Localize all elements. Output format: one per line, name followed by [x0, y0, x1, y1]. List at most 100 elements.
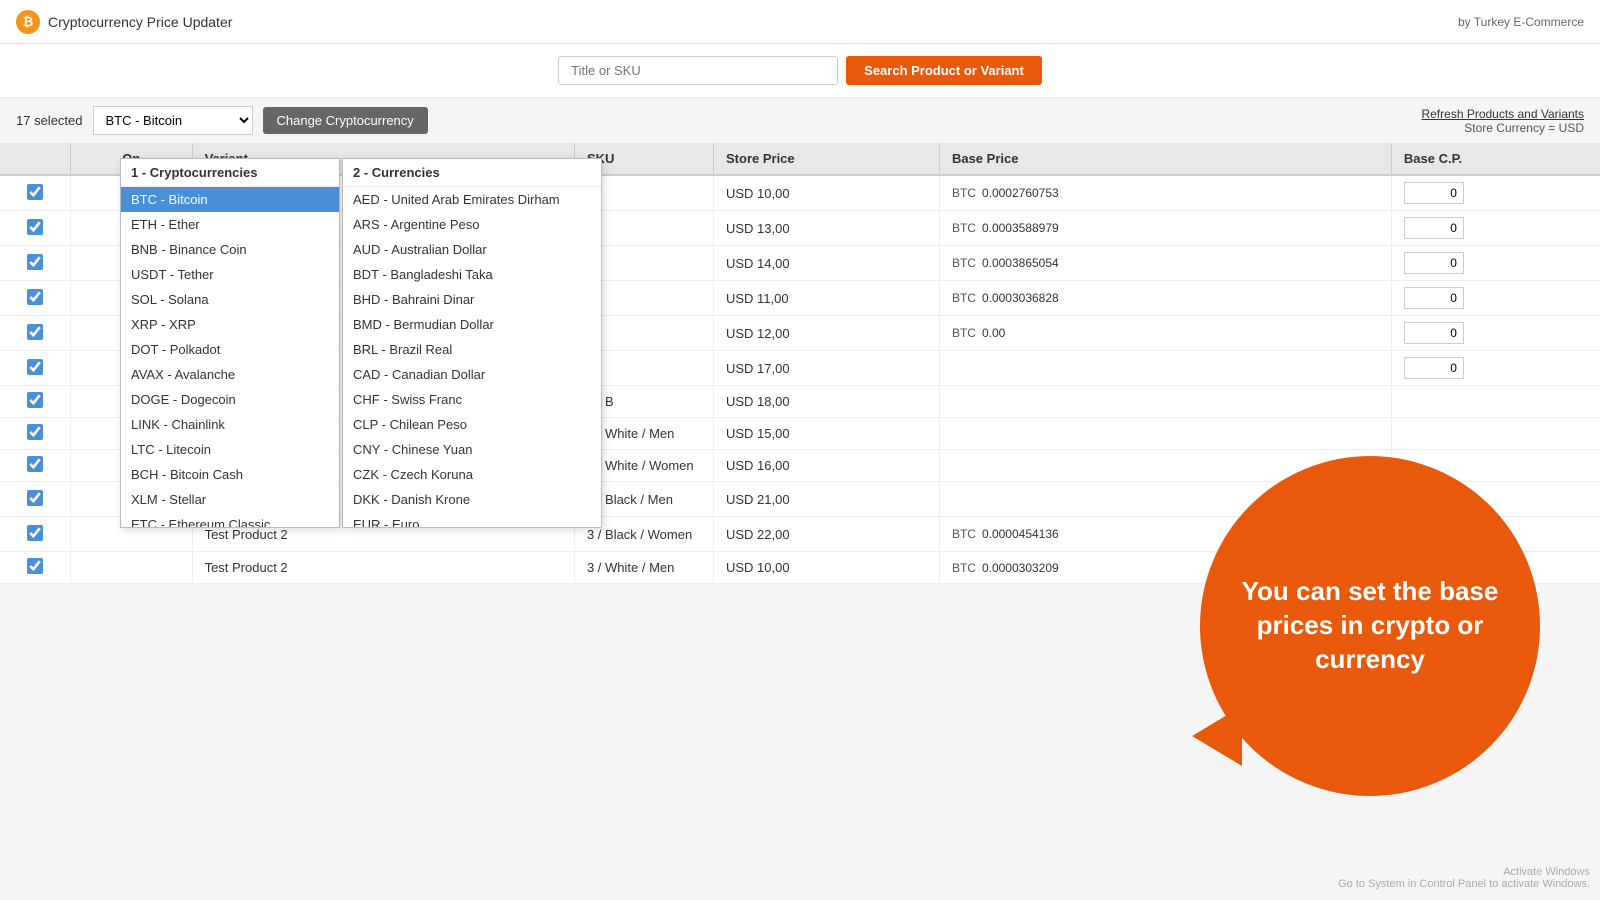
- row-base-cp[interactable]: [1391, 246, 1600, 281]
- base-currency-label: BTC: [952, 221, 976, 235]
- currency-item[interactable]: CNY - Chinese Yuan: [343, 437, 601, 462]
- row-checkbox[interactable]: [27, 359, 43, 375]
- row-base-price: BTC0.0003588979: [939, 211, 1391, 246]
- row-checkbox[interactable]: [27, 254, 43, 270]
- crypto-item-link[interactable]: LINK - Chainlink: [121, 412, 339, 437]
- search-button[interactable]: Search Product or Variant: [846, 56, 1042, 85]
- row-store-price: USD 12,00: [714, 316, 940, 351]
- change-cryptocurrency-button[interactable]: Change Cryptocurrency: [263, 107, 428, 134]
- currency-item[interactable]: CLP - Chilean Peso: [343, 412, 601, 437]
- crypto-item-ltc[interactable]: LTC - Litecoin: [121, 437, 339, 462]
- crypto-item-dot[interactable]: DOT - Polkadot: [121, 337, 339, 362]
- currency-item[interactable]: BDT - Bangladeshi Taka: [343, 262, 601, 287]
- row-checkbox[interactable]: [27, 525, 43, 541]
- row-base-cp[interactable]: [1391, 351, 1600, 386]
- base-cp-input[interactable]: [1404, 217, 1464, 239]
- windows-line2: Go to System in Control Panel to activat…: [1338, 878, 1590, 890]
- crypto-item-doge[interactable]: DOGE - Dogecoin: [121, 387, 339, 412]
- row-checkbox[interactable]: [27, 424, 43, 440]
- crypto-item-sol[interactable]: SOL - Solana: [121, 287, 339, 312]
- row-base-cp[interactable]: [1391, 386, 1600, 418]
- row-store-price: USD 13,00: [714, 211, 940, 246]
- row-base-cp[interactable]: [1391, 418, 1600, 450]
- row-store-price: USD 11,00: [714, 281, 940, 316]
- currency-item[interactable]: ARS - Argentine Peso: [343, 212, 601, 237]
- row-base-cp[interactable]: [1391, 281, 1600, 316]
- base-currency-label: BTC: [952, 527, 976, 541]
- row-store-price: USD 10,00: [714, 175, 940, 211]
- base-price-value: 0.0000303209: [982, 561, 1059, 575]
- base-currency-label: BTC: [952, 186, 976, 200]
- col-header-check: [0, 143, 70, 175]
- base-currency-label: BTC: [952, 256, 976, 270]
- crypto-item-xlm[interactable]: XLM - Stellar: [121, 487, 339, 512]
- row-checkbox[interactable]: [27, 490, 43, 506]
- callout-circle: You can set the base prices in crypto or…: [1200, 456, 1540, 796]
- header-left: ₿ Cryptocurrency Price Updater: [16, 10, 232, 34]
- base-price-value: 0.0000454136: [982, 527, 1059, 541]
- row-sku: 3 / White / Men: [574, 552, 713, 584]
- currency-item[interactable]: EUR - Euro: [343, 512, 601, 527]
- currency-item[interactable]: DKK - Danish Krone: [343, 487, 601, 512]
- app-logo-icon: ₿: [16, 10, 40, 34]
- crypto-dropdown[interactable]: 1 - Cryptocurrencies BTC - BitcoinETH - …: [120, 158, 340, 528]
- row-checkbox[interactable]: [27, 289, 43, 305]
- base-cp-input[interactable]: [1404, 357, 1464, 379]
- base-cp-input[interactable]: [1404, 287, 1464, 309]
- currency-item[interactable]: CAD - Canadian Dollar: [343, 362, 601, 387]
- currency-item[interactable]: CHF - Swiss Franc: [343, 387, 601, 412]
- page-wrapper: ₿ Cryptocurrency Price Updater by Turkey…: [0, 0, 1600, 856]
- currency-dropdown[interactable]: 2 - Currencies AED - United Arab Emirate…: [342, 158, 602, 528]
- currency-item[interactable]: BHD - Bahraini Dinar: [343, 287, 601, 312]
- crypto-item-xrp[interactable]: XRP - XRP: [121, 312, 339, 337]
- row-base-price: BTC0.0002760753: [939, 175, 1391, 211]
- dropdown-container: 1 - Cryptocurrencies BTC - BitcoinETH - …: [120, 158, 602, 528]
- currency-item[interactable]: BRL - Brazil Real: [343, 337, 601, 362]
- crypto-item-usdt[interactable]: USDT - Tether: [121, 262, 339, 287]
- crypto-item-avax[interactable]: AVAX - Avalanche: [121, 362, 339, 387]
- refresh-link[interactable]: Refresh Products and Variants: [1421, 107, 1584, 121]
- currency-dropdown-scroll[interactable]: AED - United Arab Emirates DirhamARS - A…: [343, 187, 601, 527]
- base-cp-input[interactable]: [1404, 182, 1464, 204]
- row-checkbox[interactable]: [27, 558, 43, 574]
- currency-item[interactable]: AED - United Arab Emirates Dirham: [343, 187, 601, 212]
- toolbar: 17 selected BTC - Bitcoin Change Cryptoc…: [0, 98, 1600, 143]
- toolbar-right: Refresh Products and Variants Store Curr…: [1421, 107, 1584, 135]
- crypto-select[interactable]: BTC - Bitcoin: [93, 106, 253, 135]
- crypto-item-etc[interactable]: ETC - Ethereum Classic: [121, 512, 339, 527]
- crypto-item-bnb[interactable]: BNB - Binance Coin: [121, 237, 339, 262]
- row-checkbox[interactable]: [27, 184, 43, 200]
- callout-text: You can set the base prices in crypto or…: [1200, 555, 1540, 696]
- base-cp-input[interactable]: [1404, 252, 1464, 274]
- crypto-item-bch[interactable]: BCH - Bitcoin Cash: [121, 462, 339, 487]
- currency-item[interactable]: BMD - Bermudian Dollar: [343, 312, 601, 337]
- row-base-price: BTC0.00: [939, 316, 1391, 351]
- base-price-value: 0.0003036828: [982, 291, 1059, 305]
- selected-count: 17 selected: [16, 113, 83, 128]
- currency-section-header: 2 - Currencies: [343, 159, 601, 187]
- row-checkbox[interactable]: [27, 392, 43, 408]
- col-header-base-cp: Base C.P.: [1391, 143, 1600, 175]
- row-checkbox[interactable]: [27, 324, 43, 340]
- row-base-cp[interactable]: [1391, 175, 1600, 211]
- search-bar: Search Product or Variant: [0, 44, 1600, 98]
- row-base-cp[interactable]: [1391, 316, 1600, 351]
- row-checkbox[interactable]: [27, 456, 43, 472]
- base-cp-input[interactable]: [1404, 322, 1464, 344]
- crypto-dropdown-scroll[interactable]: BTC - BitcoinETH - EtherBNB - Binance Co…: [121, 187, 339, 527]
- search-input[interactable]: [558, 56, 838, 85]
- crypto-item-eth[interactable]: ETH - Ether: [121, 212, 339, 237]
- currency-item[interactable]: AUD - Australian Dollar: [343, 237, 601, 262]
- crypto-item-btc[interactable]: BTC - Bitcoin: [121, 187, 339, 212]
- toolbar-left: 17 selected BTC - Bitcoin Change Cryptoc…: [16, 106, 428, 135]
- row-store-price: USD 21,00: [714, 482, 940, 517]
- row-base-cp[interactable]: [1391, 211, 1600, 246]
- header-attribution: by Turkey E-Commerce: [1458, 15, 1584, 29]
- row-base-price: [939, 351, 1391, 386]
- currency-item[interactable]: CZK - Czech Koruna: [343, 462, 601, 487]
- row-checkbox[interactable]: [27, 219, 43, 235]
- store-currency: Store Currency = USD: [1421, 121, 1584, 135]
- header: ₿ Cryptocurrency Price Updater by Turkey…: [0, 0, 1600, 44]
- row-base-price: BTC0.0003036828: [939, 281, 1391, 316]
- row-store-price: USD 17,00: [714, 351, 940, 386]
